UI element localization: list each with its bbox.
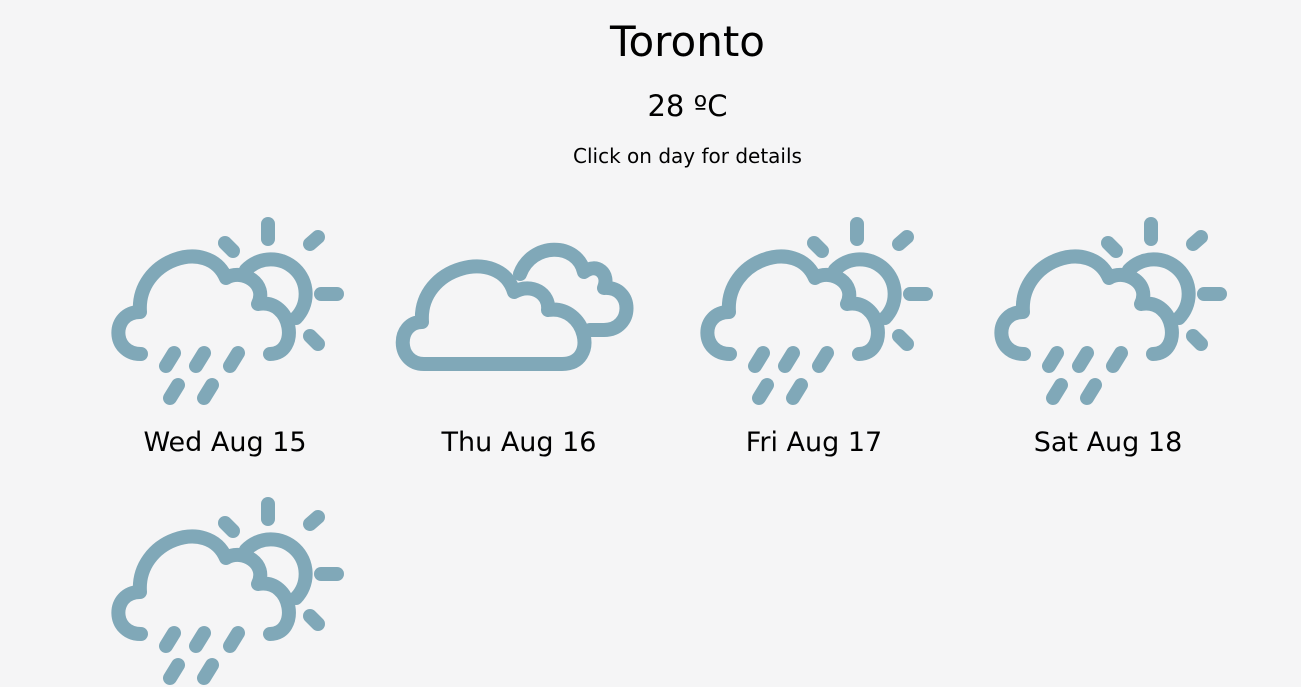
forecast-day-card[interactable]: Fri Aug 17 (667, 212, 961, 460)
day-label: Fri Aug 17 (745, 427, 883, 458)
day-label: Thu Aug 16 (441, 427, 597, 458)
rain-sun-icon (111, 497, 344, 685)
cloudy-icon (395, 242, 634, 371)
current-temperature: 28 ºC (647, 89, 728, 123)
day-label: Wed Aug 15 (143, 427, 307, 458)
forecast-day-card[interactable] (78, 492, 372, 687)
forecast-day-card[interactable]: Sat Aug 18 (961, 212, 1255, 460)
instruction-text: Click on day for details (573, 144, 802, 168)
forecast-day-card[interactable]: Thu Aug 16 (372, 212, 666, 460)
rain-sun-icon (700, 217, 933, 405)
rain-sun-icon (994, 217, 1227, 405)
city-name: Toronto (609, 17, 766, 66)
rain-sun-icon (111, 217, 344, 405)
weather-page: Toronto 28 ºC Click on day for details W… (0, 0, 1301, 687)
forecast-day-card[interactable]: Wed Aug 15 (78, 212, 372, 460)
day-label: Sat Aug 18 (1033, 427, 1183, 458)
